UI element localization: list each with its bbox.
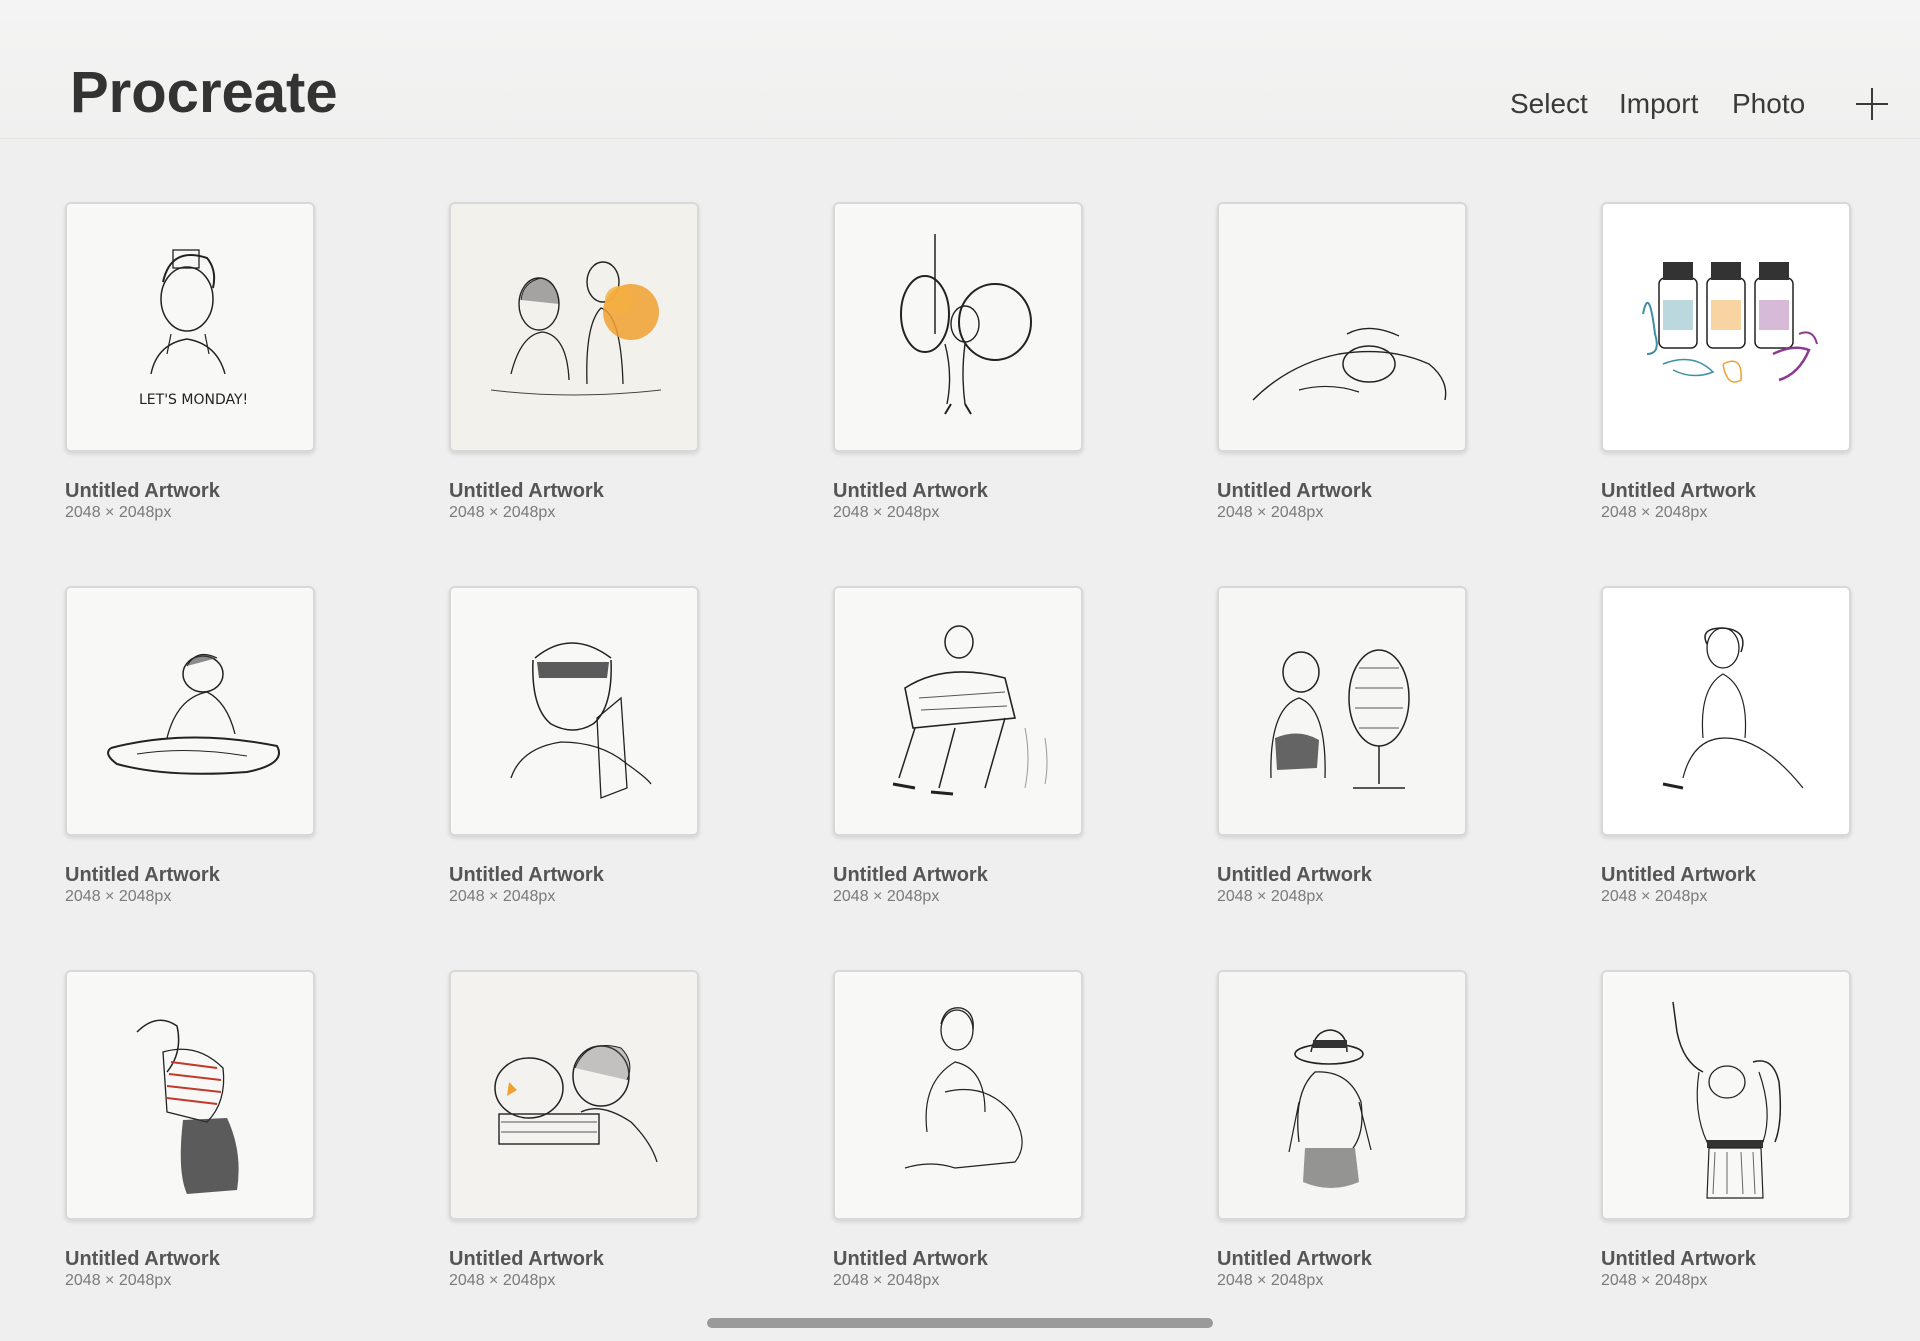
artwork-title: Untitled Artwork	[1601, 1248, 1756, 1270]
artwork-size: 2048 × 2048px	[1601, 1272, 1708, 1289]
woman-sitting-thumbnail	[1603, 588, 1849, 834]
artwork-title: Untitled Artwork	[1601, 480, 1756, 502]
artwork-size: 2048 × 2048px	[1601, 888, 1708, 905]
home-indicator[interactable]	[707, 1318, 1213, 1328]
boy-portrait-thumbnail: LET'S MONDAY!	[67, 204, 313, 450]
boy-with-fan-thumbnail	[1219, 588, 1465, 834]
artwork-size: 2048 × 2048px	[1217, 888, 1324, 905]
artwork-title: Untitled Artwork	[65, 480, 220, 502]
artwork-card[interactable]: Untitled Artwork 2048 × 2048px	[1217, 970, 1467, 1300]
artwork-card[interactable]: LET'S MONDAY! Untitled Artwork 2048 × 20…	[65, 202, 315, 532]
artwork-title: Untitled Artwork	[833, 1248, 988, 1270]
artwork-title: Untitled Artwork	[1601, 864, 1756, 886]
artwork-title: Untitled Artwork	[449, 480, 604, 502]
artwork-size: 2048 × 2048px	[65, 1272, 172, 1289]
artwork-card[interactable]: Untitled Artwork 2048 × 2048px	[833, 586, 1083, 916]
man-seated-thumbnail	[835, 588, 1081, 834]
girl-striped-shirt-thumbnail	[67, 972, 313, 1218]
woman-hugging-knees-thumbnail	[835, 972, 1081, 1218]
artwork-thumbnail[interactable]: LET'S MONDAY!	[65, 202, 315, 452]
artwork-card[interactable]: Untitled Artwork 2048 × 2048px	[1217, 202, 1467, 532]
artwork-title: Untitled Artwork	[1217, 480, 1372, 502]
artwork-title: Untitled Artwork	[833, 480, 988, 502]
person-stretching-thumbnail	[1603, 972, 1849, 1218]
artwork-thumbnail[interactable]	[1217, 586, 1467, 836]
artwork-size: 2048 × 2048px	[1217, 504, 1324, 521]
artwork-thumbnail[interactable]	[833, 586, 1083, 836]
ink-bottles-thumbnail	[1603, 204, 1849, 450]
boy-fishbowl-thumbnail	[451, 972, 697, 1218]
artwork-thumbnail[interactable]	[1217, 202, 1467, 452]
artwork-card[interactable]: Untitled Artwork 2048 × 2048px	[65, 970, 315, 1300]
artwork-title: Untitled Artwork	[1217, 864, 1372, 886]
artwork-title: Untitled Artwork	[833, 864, 988, 886]
artwork-title: Untitled Artwork	[1217, 1248, 1372, 1270]
artwork-card[interactable]: Untitled Artwork 2048 × 2048px	[449, 970, 699, 1300]
artwork-size: 2048 × 2048px	[449, 504, 556, 521]
two-children-thumbnail	[451, 204, 697, 450]
artwork-size: 2048 × 2048px	[1601, 504, 1708, 521]
artwork-thumbnail[interactable]	[449, 970, 699, 1220]
artwork-card[interactable]: Untitled Artwork 2048 × 2048px	[449, 586, 699, 916]
artwork-thumbnail[interactable]	[1217, 970, 1467, 1220]
girl-with-cap-thumbnail	[451, 588, 697, 834]
artwork-card[interactable]: Untitled Artwork 2048 × 2048px	[1601, 202, 1851, 532]
artwork-card[interactable]: Untitled Artwork 2048 × 2048px	[833, 970, 1083, 1300]
artwork-size: 2048 × 2048px	[833, 888, 940, 905]
artwork-thumbnail[interactable]	[449, 586, 699, 836]
person-drawing-thumbnail	[67, 588, 313, 834]
artwork-size: 2048 × 2048px	[449, 1272, 556, 1289]
artwork-card[interactable]: Untitled Artwork 2048 × 2048px	[1601, 586, 1851, 916]
artwork-size: 2048 × 2048px	[65, 888, 172, 905]
svg-text:LET'S MONDAY!: LET'S MONDAY!	[139, 392, 248, 408]
artwork-size: 2048 × 2048px	[449, 888, 556, 905]
artwork-thumbnail[interactable]	[1601, 970, 1851, 1220]
artwork-title: Untitled Artwork	[65, 1248, 220, 1270]
artwork-card[interactable]: Untitled Artwork 2048 × 2048px	[1601, 970, 1851, 1300]
artwork-card[interactable]: Untitled Artwork 2048 × 2048px	[833, 202, 1083, 532]
artwork-thumbnail[interactable]	[1601, 586, 1851, 836]
artwork-size: 2048 × 2048px	[833, 504, 940, 521]
artwork-card[interactable]: Untitled Artwork 2048 × 2048px	[449, 202, 699, 532]
artwork-thumbnail[interactable]	[449, 202, 699, 452]
artwork-size: 2048 × 2048px	[65, 504, 172, 521]
woman-straw-hat-thumbnail	[1219, 972, 1465, 1218]
artwork-gallery: LET'S MONDAY! Untitled Artwork 2048 × 20…	[0, 0, 1920, 1341]
artwork-card[interactable]: Untitled Artwork 2048 × 2048px	[65, 586, 315, 916]
artwork-title: Untitled Artwork	[449, 864, 604, 886]
artwork-thumbnail[interactable]	[65, 970, 315, 1220]
artwork-thumbnail[interactable]	[65, 586, 315, 836]
girl-lying-thumbnail	[1219, 204, 1465, 450]
artwork-card[interactable]: Untitled Artwork 2048 × 2048px	[1217, 586, 1467, 916]
artwork-size: 2048 × 2048px	[1217, 1272, 1324, 1289]
artwork-thumbnail[interactable]	[833, 202, 1083, 452]
artwork-size: 2048 × 2048px	[833, 1272, 940, 1289]
artwork-thumbnail[interactable]	[1601, 202, 1851, 452]
artwork-thumbnail[interactable]	[833, 970, 1083, 1220]
girl-with-rings-thumbnail	[835, 204, 1081, 450]
artwork-title: Untitled Artwork	[65, 864, 220, 886]
artwork-title: Untitled Artwork	[449, 1248, 604, 1270]
